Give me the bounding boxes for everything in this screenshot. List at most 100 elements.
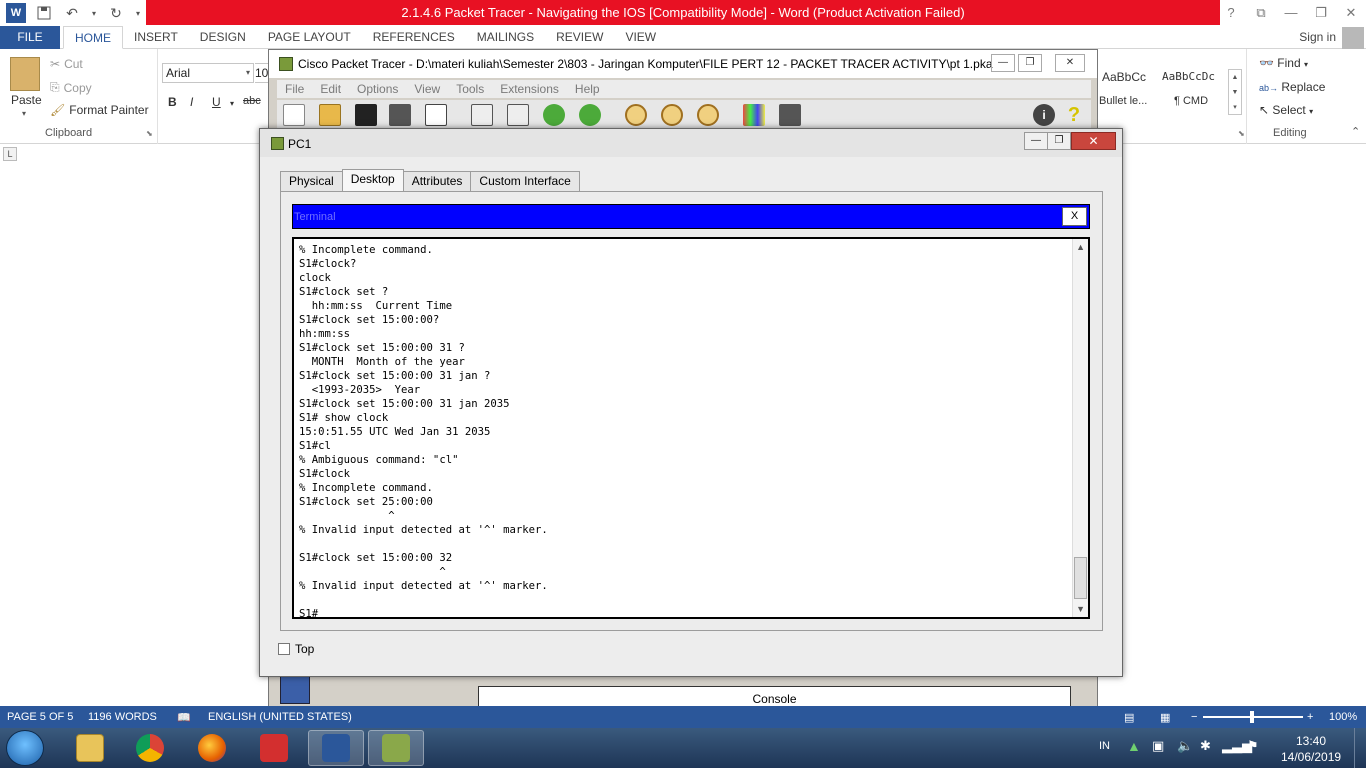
user-avatar-icon[interactable] [1342, 27, 1364, 49]
word-app-icon[interactable]: W [6, 3, 26, 23]
pt-menu-edit[interactable]: Edit [312, 80, 349, 98]
taskbar-firefox[interactable] [184, 730, 240, 766]
tab-file[interactable]: FILE [0, 26, 60, 49]
style-cmd-preview[interactable]: AaBbCcDc [1162, 70, 1215, 83]
select-button[interactable]: ↖ Select ▾ [1259, 103, 1313, 117]
read-mode-icon[interactable]: ▤ [1124, 711, 1134, 724]
pt-close-button[interactable]: ✕ [1055, 54, 1085, 72]
terminal-scrollbar[interactable]: ▲ ▼ [1072, 239, 1088, 617]
find-button[interactable]: 👓 Find ▾ [1259, 56, 1308, 70]
new-file-icon[interactable] [283, 104, 305, 126]
realtime-mode-icon[interactable] [280, 676, 310, 704]
zoom-slider-thumb[interactable] [1250, 711, 1254, 723]
activity-wizard-icon[interactable] [425, 104, 447, 126]
start-button[interactable] [6, 730, 44, 766]
cut-button[interactable]: ✂ Cut [50, 57, 83, 71]
pt-menu-view[interactable]: View [406, 80, 448, 98]
terminal-output[interactable]: % Incomplete command. S1#clock? clock S1#cl… [292, 237, 1090, 619]
restore-button[interactable]: ❐ [1306, 0, 1336, 25]
clock-date[interactable]: 14/06/2019 [1281, 750, 1341, 764]
underline-dropdown-icon[interactable]: ▾ [230, 99, 234, 108]
taskbar-chrome[interactable] [122, 730, 178, 766]
paste-button[interactable]: Paste [11, 93, 42, 107]
save-icon[interactable] [34, 3, 54, 23]
drawing-palette-icon[interactable] [743, 104, 765, 126]
paste-icon[interactable] [507, 104, 529, 126]
font-name-dropdown-icon[interactable]: ▾ [246, 64, 250, 82]
tab-references[interactable]: REFERENCES [362, 26, 466, 49]
bold-button[interactable]: B [168, 95, 177, 109]
paste-dropdown-icon[interactable]: ▾ [22, 109, 26, 118]
collapse-ribbon-icon[interactable]: ⌃ [1351, 125, 1360, 138]
volume-icon[interactable]: 🔈 [1177, 738, 1193, 754]
copy-button[interactable]: ⎘ Copy [50, 80, 92, 95]
tab-home[interactable]: HOME [63, 26, 123, 49]
ribbon-display-options-button[interactable]: ⧉ [1246, 0, 1276, 25]
close-button[interactable]: ✕ [1336, 0, 1366, 25]
taskbar-acrobat[interactable] [246, 730, 302, 766]
styles-scroll[interactable]: ▲ ▼ ▾ [1228, 69, 1242, 115]
scroll-down-icon[interactable]: ▼ [1076, 604, 1085, 614]
copy-icon[interactable] [471, 104, 493, 126]
proofing-icon[interactable]: 📖 [177, 711, 191, 724]
tray-device-icon[interactable]: ▣ [1152, 738, 1164, 754]
undo-dropdown-icon[interactable]: ▾ [90, 3, 98, 23]
pc1-restore-button[interactable]: ❐ [1047, 132, 1071, 150]
font-size-combobox[interactable]: 10 [255, 63, 269, 83]
pt-menu-tools[interactable]: Tools [448, 80, 492, 98]
scroll-up-icon[interactable]: ▲ [1076, 242, 1085, 252]
show-desktop-button[interactable] [1354, 728, 1366, 768]
tab-design[interactable]: DESIGN [189, 26, 257, 49]
tray-bluetooth-icon[interactable]: ✱ [1200, 738, 1211, 754]
help-icon[interactable]: ? [1063, 104, 1085, 126]
tab-physical[interactable]: Physical [280, 171, 343, 191]
tab-custom-interface[interactable]: Custom Interface [470, 171, 580, 191]
tab-view[interactable]: VIEW [614, 26, 667, 49]
zoom-level[interactable]: 100% [1329, 711, 1357, 723]
top-option[interactable]: Top [278, 642, 314, 656]
pt-menu-extensions[interactable]: Extensions [492, 80, 567, 98]
underline-button[interactable]: U [212, 95, 221, 109]
custom-device-icon[interactable] [779, 104, 801, 126]
minimize-button[interactable]: — [1276, 0, 1306, 25]
tab-insert[interactable]: INSERT [123, 26, 189, 49]
zoom-in-icon[interactable]: + [1307, 711, 1313, 723]
sign-in-link[interactable]: Sign in [1299, 30, 1336, 44]
tray-network-app-icon[interactable]: ▲ [1127, 738, 1141, 754]
redo-icon[interactable] [579, 104, 601, 126]
input-language[interactable]: IN [1099, 740, 1110, 752]
open-folder-icon[interactable] [319, 104, 341, 126]
paste-icon[interactable] [10, 57, 40, 91]
pt-menu-help[interactable]: Help [567, 80, 608, 98]
customize-qat-icon[interactable]: ▾ [134, 3, 142, 23]
zoom-reset-icon[interactable] [661, 104, 683, 126]
zoom-in-icon[interactable] [625, 104, 647, 126]
pt-minimize-button[interactable]: — [991, 54, 1015, 72]
clipboard-launcher-icon[interactable]: ⬊ [146, 129, 153, 138]
italic-button[interactable]: I [190, 95, 193, 109]
page-count[interactable]: PAGE 5 OF 5 [7, 711, 73, 723]
top-checkbox[interactable] [278, 643, 290, 655]
tab-desktop[interactable]: Desktop [341, 169, 404, 191]
pt-menu-options[interactable]: Options [349, 80, 406, 98]
clock-time[interactable]: 13:40 [1296, 734, 1326, 748]
tab-page-layout[interactable]: PAGE LAYOUT [257, 26, 362, 49]
zoom-out-icon[interactable]: − [1191, 711, 1197, 723]
undo-icon[interactable]: ↶ [62, 3, 82, 23]
font-name-combobox[interactable]: Arial ▾ [162, 63, 254, 83]
info-icon[interactable]: i [1033, 104, 1055, 126]
styles-launcher-icon[interactable]: ⬊ [1238, 129, 1245, 138]
pt-menu-file[interactable]: File [277, 80, 312, 98]
language-indicator[interactable]: ENGLISH (UNITED STATES) [208, 711, 352, 723]
format-painter-button[interactable]: 🖌 Format Painter [50, 103, 149, 117]
undo-icon[interactable] [543, 104, 565, 126]
taskbar-word[interactable] [308, 730, 364, 766]
pt-restore-button[interactable]: ❐ [1018, 54, 1042, 72]
strikethrough-button[interactable]: abc [243, 95, 261, 107]
print-layout-icon[interactable]: ▦ [1160, 711, 1170, 724]
tab-mailings[interactable]: MAILINGS [466, 26, 545, 49]
redo-icon[interactable]: ↻ [106, 3, 126, 23]
pc1-minimize-button[interactable]: — [1024, 132, 1048, 150]
word-count[interactable]: 1196 WORDS [88, 711, 157, 723]
taskbar-packet-tracer[interactable] [368, 730, 424, 766]
